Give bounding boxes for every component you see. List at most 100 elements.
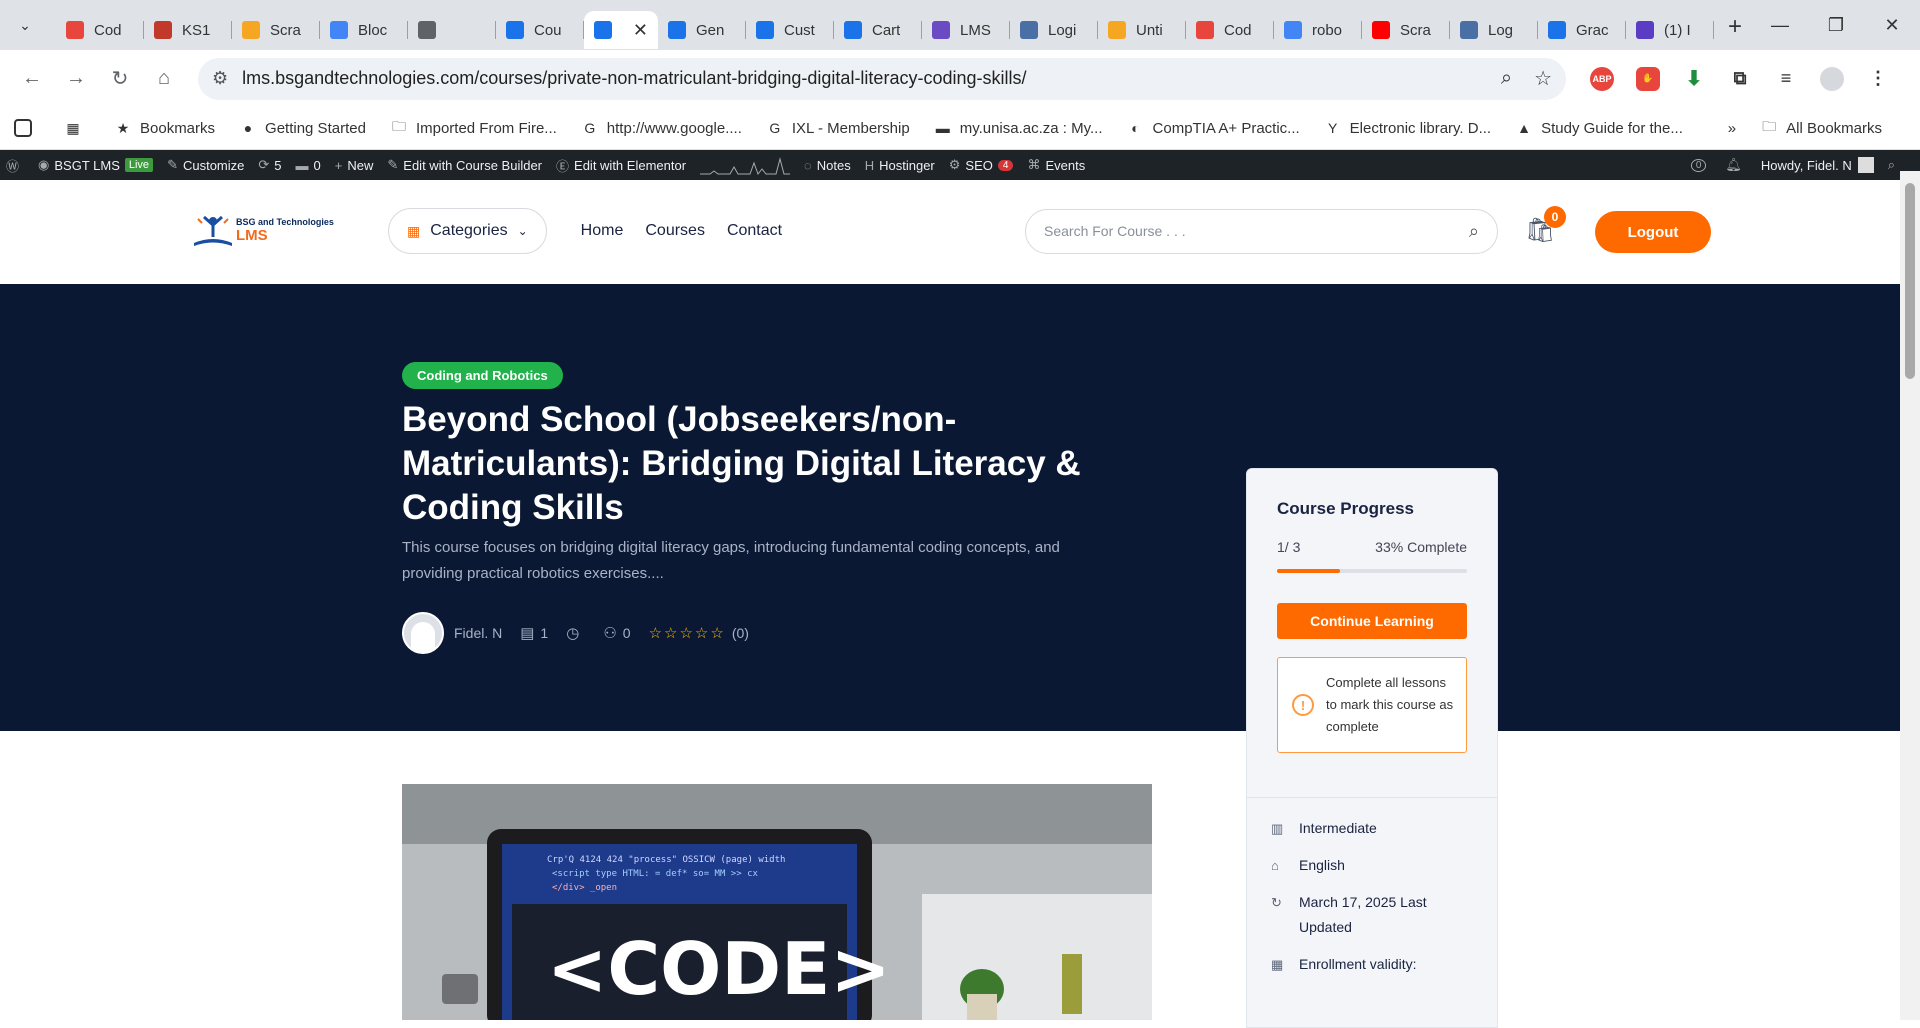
site-logo[interactable]: BSG and Technologies LMS	[190, 213, 388, 249]
wp-updates[interactable]: ⟳ 5	[258, 157, 281, 173]
main-nav: Home Courses Contact	[581, 222, 782, 240]
students-meta: ⚇ 0	[603, 624, 630, 642]
browser-tab[interactable]: KS1	[144, 11, 232, 49]
more-bookmarks-chevron-icon[interactable]: »	[1728, 120, 1736, 137]
forward-arrow-icon[interactable]: →	[58, 61, 94, 97]
events-label: Events	[1045, 157, 1086, 173]
svg-text:Crp'Q 4124 424 "process" OSSI: Crp'Q 4124 424 "process" OSSICW (page) w…	[547, 855, 785, 865]
wp-course-builder[interactable]: ✎ Edit with Course Builder	[387, 157, 542, 173]
url-text[interactable]: lms.bsgandtechnologies.com/courses/priva…	[242, 68, 1479, 89]
info-updated: ↻ March 17, 2025 Last Updated	[1271, 890, 1473, 940]
continue-learning-button[interactable]: Continue Learning	[1277, 603, 1467, 639]
tab-favicon-icon	[1460, 21, 1478, 39]
progress-fraction: 1/ 3	[1277, 539, 1301, 555]
browser-tab[interactable]: Logi	[1010, 11, 1098, 49]
scrollbar-thumb[interactable]	[1905, 183, 1915, 379]
profile-avatar-icon[interactable]	[1820, 66, 1844, 91]
bookmark-item[interactable]: ◐ CompTIA A+ Practic...	[1127, 119, 1300, 137]
wp-howdy[interactable]: Howdy, Fidel. N	[1761, 157, 1874, 173]
browser-tab[interactable]: Unti	[1098, 11, 1186, 49]
back-arrow-icon[interactable]: ←	[14, 61, 50, 97]
adblock-hand-icon[interactable]: ✋	[1636, 66, 1660, 91]
zoom-icon[interactable]: ⌕	[1501, 67, 1512, 90]
search-icon[interactable]: ⌕	[1469, 221, 1479, 242]
sidebar-toggle-icon[interactable]	[14, 119, 40, 137]
restore-icon[interactable]: ❐	[1808, 0, 1864, 50]
bookmark-item[interactable]: Y Electronic library. D...	[1324, 119, 1491, 137]
browser-tab[interactable]: Scra	[1362, 11, 1450, 49]
author-avatar[interactable]	[402, 612, 444, 654]
author-name[interactable]: Fidel. N	[454, 625, 502, 641]
wp-new[interactable]: + New	[335, 158, 374, 173]
browser-tab[interactable]: Cart	[834, 11, 922, 49]
tab-label: (1) I	[1664, 21, 1691, 39]
wp-notifications-count[interactable]: 0	[1690, 158, 1712, 172]
chrome-menu-icon[interactable]: ⋮	[1866, 67, 1890, 91]
reload-icon[interactable]: ↻	[102, 61, 138, 97]
course-search-input[interactable]: Search For Course . . . ⌕	[1025, 208, 1498, 254]
browser-tab[interactable]: Gen	[658, 11, 746, 49]
wp-comments[interactable]: ▬ 0	[296, 158, 321, 173]
browser-tab[interactable]: Cod	[56, 11, 144, 49]
bookmark-item[interactable]: 🗀 Imported From Fire...	[390, 118, 557, 137]
site-info-icon[interactable]: ⚙	[212, 68, 228, 89]
wp-hostinger[interactable]: H Hostinger	[865, 158, 935, 173]
new-tab-icon[interactable]: +	[1728, 13, 1742, 41]
updates-icon: ⟳	[258, 157, 270, 172]
bookmark-item[interactable]: ★ Bookmarks	[114, 119, 215, 137]
nav-contact[interactable]: Contact	[727, 222, 782, 240]
bookmark-item[interactable]: ▲ Study Guide for the...	[1515, 119, 1683, 137]
nav-home[interactable]: Home	[581, 222, 624, 240]
bookmark-label: CompTIA A+ Practic...	[1152, 119, 1300, 137]
browser-tab[interactable]: Cod	[1186, 11, 1274, 49]
browser-tab[interactable]: ✕	[584, 11, 658, 49]
tab-label: Cart	[872, 21, 901, 39]
minimize-icon[interactable]: —	[1752, 0, 1808, 50]
bell-icon[interactable]: 🔔︎	[1725, 157, 1747, 173]
browser-tab[interactable]	[408, 11, 496, 49]
wp-customize[interactable]: ✎ Customize	[167, 157, 244, 173]
browser-tab[interactable]: (1) I	[1626, 11, 1714, 49]
unisa-icon: ▬	[935, 120, 950, 136]
categories-dropdown[interactable]: ▦ Categories ⌄	[388, 208, 547, 254]
browser-tab[interactable]: Cou	[496, 11, 584, 49]
adblock-plus-icon[interactable]: ABP	[1590, 66, 1614, 91]
media-control-icon[interactable]: ≡	[1774, 67, 1798, 91]
page-scrollbar[interactable]	[1900, 171, 1920, 1020]
bookmark-item[interactable]: Ghttp://www.google....	[581, 119, 742, 137]
library-icon: Y	[1328, 120, 1338, 136]
close-tab-icon[interactable]: ✕	[633, 20, 648, 41]
rating-stars-icon: ☆☆☆☆☆	[648, 625, 726, 642]
home-icon[interactable]: ⌂	[146, 61, 182, 97]
tab-favicon-icon	[844, 21, 862, 39]
nav-courses[interactable]: Courses	[645, 222, 705, 240]
browser-tab[interactable]: robo	[1274, 11, 1362, 49]
bookmark-item[interactable]: ● Getting Started	[239, 119, 366, 137]
apps-grid-icon[interactable]: ▦	[64, 119, 90, 137]
wp-notes[interactable]: ◌ Notes	[804, 158, 851, 173]
logout-button[interactable]: Logout	[1595, 211, 1711, 253]
address-bar[interactable]: ⚙ lms.bsgandtechnologies.com/courses/pri…	[198, 57, 1566, 100]
category-pill[interactable]: Coding and Robotics	[402, 362, 563, 389]
extensions-puzzle-icon[interactable]: ⧉	[1728, 67, 1752, 91]
browser-tab[interactable]: Scra	[232, 11, 320, 49]
browser-tab[interactable]: Cust	[746, 11, 834, 49]
browser-tab[interactable]: Grac	[1538, 11, 1626, 49]
wp-search-icon[interactable]: ⌕	[1888, 157, 1900, 173]
browser-tab[interactable]: Log	[1450, 11, 1538, 49]
all-bookmarks-folder[interactable]: 🗀 All Bookmarks	[1760, 118, 1882, 137]
wordpress-logo-icon[interactable]: Ⓦ	[6, 156, 24, 175]
bookmark-star-icon[interactable]: ☆	[1534, 66, 1552, 91]
close-window-icon[interactable]: ✕	[1864, 0, 1920, 50]
tab-search-chevron-icon[interactable]: ⌄	[8, 8, 42, 42]
wp-elementor[interactable]: Ⓔ Edit with Elementor	[556, 156, 686, 175]
download-arrow-icon[interactable]: ⬇	[1682, 67, 1706, 91]
wp-site-name[interactable]: ◉ BSGT LMS Live	[38, 157, 154, 173]
tab-label: Cod	[94, 21, 122, 39]
browser-tab[interactable]: Bloc	[320, 11, 408, 49]
wp-seo[interactable]: ⚙ SEO 4	[949, 157, 1014, 173]
bookmark-item[interactable]: ▬ my.unisa.ac.za : My...	[934, 119, 1103, 137]
wp-events[interactable]: ⌘ Events	[1027, 157, 1085, 173]
browser-tab[interactable]: LMS	[922, 11, 1010, 49]
bookmark-item[interactable]: G IXL - Membership	[766, 119, 909, 137]
